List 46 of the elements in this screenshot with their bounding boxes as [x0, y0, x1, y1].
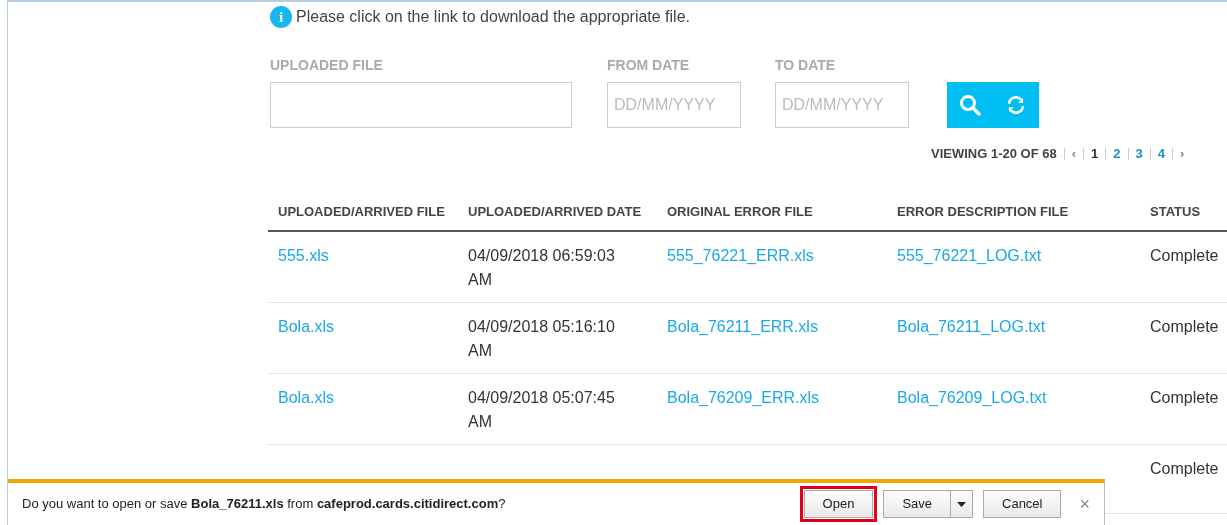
dropdown-button[interactable] — [951, 490, 973, 518]
field-label: FROM DATE — [607, 56, 691, 75]
column-header: STATUS — [1140, 193, 1227, 231]
column-header: ERROR DESCRIPTION FILE — [887, 193, 1140, 231]
next-page-link[interactable]: › — [1180, 144, 1185, 164]
pagination-summary: VIEWING 1-20 OF 68 — [931, 145, 1057, 163]
previous-page-link[interactable]: ‹ — [1071, 144, 1077, 164]
file-link[interactable]: Bola_76209_ERR.xls — [667, 388, 820, 406]
file-link[interactable]: Bola_76209_LOG.txt — [897, 388, 1047, 406]
status-text: Complete — [1150, 388, 1219, 406]
column-header: ORIGINAL ERROR FILE — [657, 193, 887, 231]
info-icon: i — [270, 6, 292, 28]
page-link[interactable]: 3 — [1135, 144, 1143, 164]
status-text: Complete — [1150, 459, 1219, 477]
date-field[interactable]: DD/MM/YYYY — [775, 82, 909, 128]
file-link[interactable]: 555_76221_LOG.txt — [897, 246, 1042, 264]
status-text: Complete — [1150, 246, 1219, 264]
column-header: UPLOADED/ARRIVED DATE — [458, 193, 657, 231]
field-label: UPLOADED FILE — [270, 56, 384, 75]
search-icon — [959, 94, 981, 116]
input-field[interactable] — [270, 82, 572, 128]
refresh-icon — [1006, 95, 1026, 115]
notice-text: Please click on the link to download the appropriate file. — [296, 7, 690, 27]
date-text: 04/09/2018 06:59:03 AM — [468, 246, 615, 288]
date-text: 04/09/2018 05:07:45 AM — [468, 388, 615, 430]
date-field[interactable]: DD/MM/YYYY — [607, 82, 741, 128]
file-link[interactable]: 555.xls — [278, 246, 329, 264]
dialog-button[interactable]: Cancel — [983, 490, 1062, 518]
column-header: UPLOADED/ARRIVED FILE — [268, 193, 458, 231]
page-link[interactable]: 1 — [1091, 144, 1099, 164]
file-link[interactable]: 555_76221_ERR.xls — [667, 246, 814, 264]
file-link[interactable]: Bola_76211_ERR.xls — [667, 317, 818, 335]
refresh-button[interactable] — [993, 82, 1039, 128]
file-link[interactable]: Bola_76211_LOG.txt — [897, 317, 1046, 335]
download-prompt: Do you want to open or save Bola_76211.xls from cafeprod.cards.citidirect.com? — [22, 495, 506, 514]
page-link[interactable]: 4 — [1157, 144, 1165, 164]
status-text: Complete — [1150, 317, 1219, 335]
search-button[interactable] — [947, 82, 993, 128]
file-link[interactable]: Bola.xls — [278, 317, 335, 335]
page-link[interactable]: 2 — [1113, 144, 1121, 164]
dialog-button[interactable]: Save — [883, 490, 951, 518]
file-link[interactable]: Bola.xls — [278, 388, 335, 406]
field-label: TO DATE — [775, 56, 837, 75]
close-button[interactable]: × — [1079, 490, 1090, 518]
caret-icon — [957, 501, 966, 507]
date-text: 04/09/2018 05:16:10 AM — [468, 317, 615, 359]
